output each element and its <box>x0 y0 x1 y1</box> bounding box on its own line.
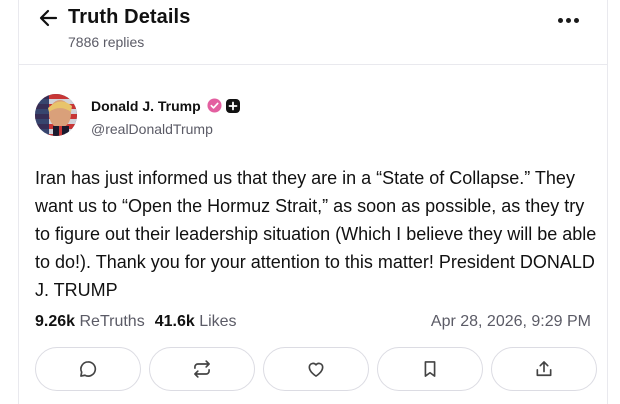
arrow-left-icon <box>39 9 58 27</box>
more-options-button[interactable] <box>555 8 583 32</box>
reply-button[interactable] <box>35 347 141 391</box>
bookmark-button[interactable] <box>377 347 483 391</box>
post-text: Iran has just informed us that they are … <box>35 168 597 300</box>
verified-badge-icon <box>207 98 222 113</box>
post-detail-panel: Truth Details 7886 replies Donald J. Tru… <box>18 0 608 404</box>
share-button[interactable] <box>491 347 597 391</box>
avatar-image <box>35 94 77 136</box>
replies-count: 7886 replies <box>68 34 145 50</box>
share-icon <box>536 361 552 377</box>
retruths-count: 9.26k <box>35 313 76 330</box>
plus-badge-icon <box>226 99 240 113</box>
author-name[interactable]: Donald J. Trump <box>91 98 201 114</box>
retruth-button[interactable] <box>149 347 255 391</box>
engagement-stats: 9.26k ReTruths 41.6k Likes <box>35 313 237 331</box>
page-header: Truth Details 7886 replies <box>19 0 607 65</box>
action-bar <box>35 347 597 391</box>
likes-count: 41.6k <box>154 313 195 330</box>
bookmark-icon <box>424 361 436 377</box>
author-handle[interactable]: @realDonaldTrump <box>91 121 213 137</box>
avatar[interactable] <box>35 94 77 136</box>
reply-icon <box>80 361 97 377</box>
post-timestamp: Apr 28, 2026, 9:29 PM <box>430 313 591 330</box>
like-icon <box>308 362 324 377</box>
page-title: Truth Details <box>68 6 191 28</box>
like-button[interactable] <box>263 347 369 391</box>
likes-link[interactable]: 41.6k Likes <box>155 313 237 330</box>
retruth-icon <box>194 360 210 378</box>
back-button[interactable] <box>37 6 61 30</box>
retruths-label: ReTruths <box>79 313 145 330</box>
retruths-link[interactable]: 9.26k ReTruths <box>35 313 145 330</box>
likes-label: Likes <box>199 313 237 330</box>
